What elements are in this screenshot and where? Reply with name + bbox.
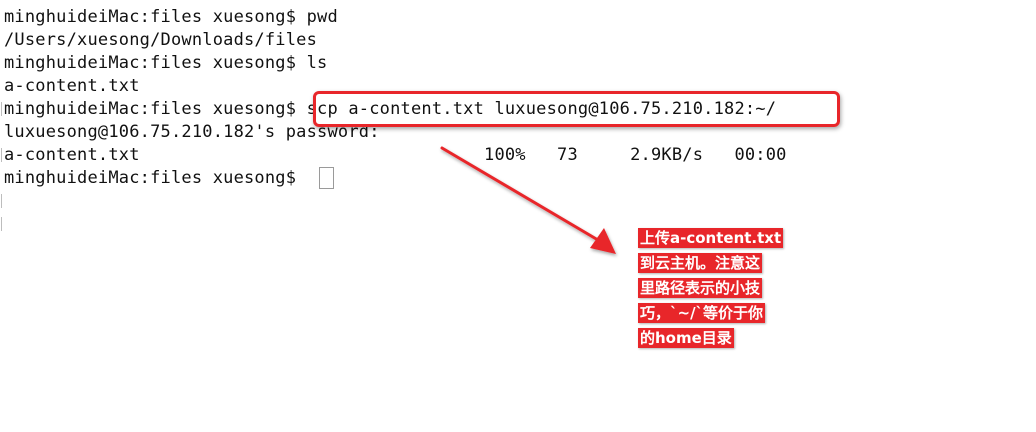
annotation-line: 巧，`~/`等价于你 — [638, 303, 766, 323]
arrow-shape — [440, 146, 616, 254]
annotation-note: 上传a-content.txt 到云主机。注意这 里路径表示的小技 巧，`~/`… — [638, 226, 788, 351]
annotation-line: 的home目录 — [638, 328, 734, 348]
annotation-line: 上传a-content.txt — [638, 228, 784, 248]
annotation-line: 到云主机。注意这 — [638, 253, 763, 273]
annotation-line: 里路径表示的小技 — [638, 278, 763, 298]
annotation-arrow — [440, 146, 616, 254]
